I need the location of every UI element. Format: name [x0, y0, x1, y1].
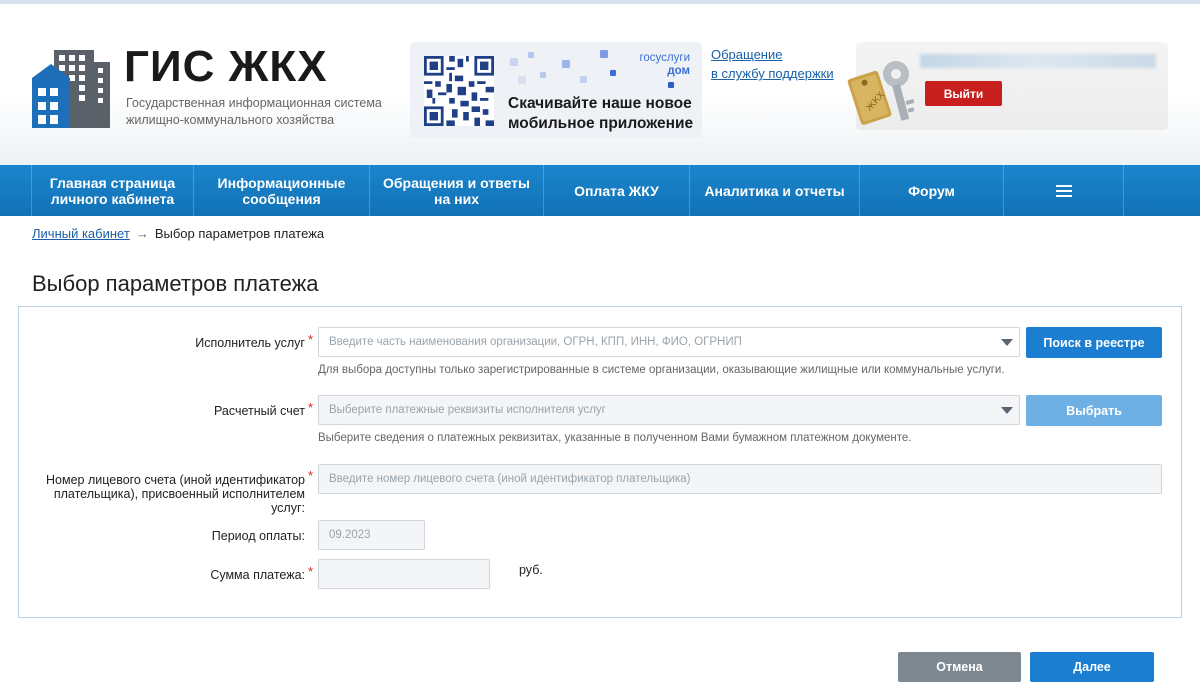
nav-item-analytics[interactable]: Аналитика и отчеты	[690, 165, 860, 216]
provider-select[interactable]: Введите часть наименования организации, …	[318, 327, 1020, 357]
provider-placeholder: Введите часть наименования организации, …	[329, 336, 742, 348]
payment-params-form: Исполнитель услуг * Введите часть наимен…	[18, 306, 1182, 618]
breadcrumb-home-link[interactable]: Личный кабинет	[32, 226, 130, 241]
site-subtitle: Государственная информационная система ж…	[126, 96, 382, 127]
user-name-redacted	[920, 54, 1156, 68]
nav-menu-button[interactable]	[1004, 165, 1124, 216]
mobile-app-promo[interactable]: госуслуги дом Скачивайте наше новое моби…	[410, 42, 702, 138]
account-label: Расчетный счет	[214, 404, 305, 418]
required-mark: *	[308, 400, 314, 415]
hamburger-icon	[1055, 184, 1072, 197]
nav-item-home[interactable]: Главная страница личного кабинета	[32, 165, 194, 216]
breadcrumb-separator: →	[135, 226, 149, 241]
nav-item-forum[interactable]: Форум	[860, 165, 1004, 216]
main-nav: Главная страница личного кабинета Информ…	[0, 165, 1200, 216]
provider-label: Исполнитель услуг	[195, 336, 305, 350]
gosuslugi-dom-brand: госуслуги дом	[639, 52, 690, 77]
personal-account-input[interactable]: Введите номер лицевого счета (иной идент…	[318, 464, 1162, 494]
period-value: 09.2023	[329, 529, 371, 541]
currency-unit: руб.	[519, 563, 543, 577]
nav-item-messages[interactable]: Информационные сообщения	[194, 165, 370, 216]
personal-account-placeholder: Введите номер лицевого счета (иной идент…	[329, 473, 691, 485]
required-mark: *	[308, 564, 314, 579]
breadcrumb-current: Выбор параметров платежа	[154, 226, 325, 241]
required-mark: *	[308, 332, 314, 347]
logout-button[interactable]: Выйти	[925, 81, 1002, 106]
nav-item-payment[interactable]: Оплата ЖКУ	[544, 165, 690, 216]
header: ГИС ЖКХ Государственная информационная с…	[0, 4, 1200, 165]
provider-hint: Для выбора доступны только зарегистриров…	[318, 364, 1005, 376]
period-input[interactable]: 09.2023	[318, 520, 425, 550]
chevron-down-icon	[1001, 407, 1013, 414]
cancel-button[interactable]: Отмена	[898, 652, 1021, 682]
amount-input[interactable]	[318, 559, 490, 589]
next-button[interactable]: Далее	[1030, 652, 1154, 682]
account-select[interactable]: Выберите платежные реквизиты исполнителя…	[318, 395, 1020, 425]
key-icon: ЖКХ	[847, 61, 915, 125]
promo-text: Скачивайте наше новое мобильное приложен…	[508, 95, 694, 132]
select-account-button[interactable]: Выбрать	[1026, 395, 1162, 426]
amount-label: Сумма платежа:	[210, 568, 305, 582]
nav-item-appeals[interactable]: Обращения и ответы на них	[370, 165, 544, 216]
qr-code-icon	[424, 56, 494, 126]
site-title: ГИС ЖКХ	[124, 42, 328, 91]
personal-account-label: Номер лицевого счета (иной идентификатор…	[46, 473, 305, 515]
breadcrumb: Личный кабинет → Выбор параметров платежа	[32, 226, 324, 242]
chevron-down-icon	[1001, 339, 1013, 346]
period-label: Период оплаты:	[211, 529, 305, 543]
nav-spacer	[0, 165, 32, 216]
gis-zhkh-logo-icon	[32, 50, 110, 128]
registry-search-button[interactable]: Поиск в реестре	[1026, 327, 1162, 358]
support-link[interactable]: Обращение в службу поддержки	[711, 45, 834, 83]
account-hint: Выберите сведения о платежных реквизитах…	[318, 432, 912, 444]
required-mark: *	[308, 468, 314, 483]
page-title: Выбор параметров платежа	[32, 271, 319, 296]
account-placeholder: Выберите платежные реквизиты исполнителя…	[329, 404, 606, 416]
